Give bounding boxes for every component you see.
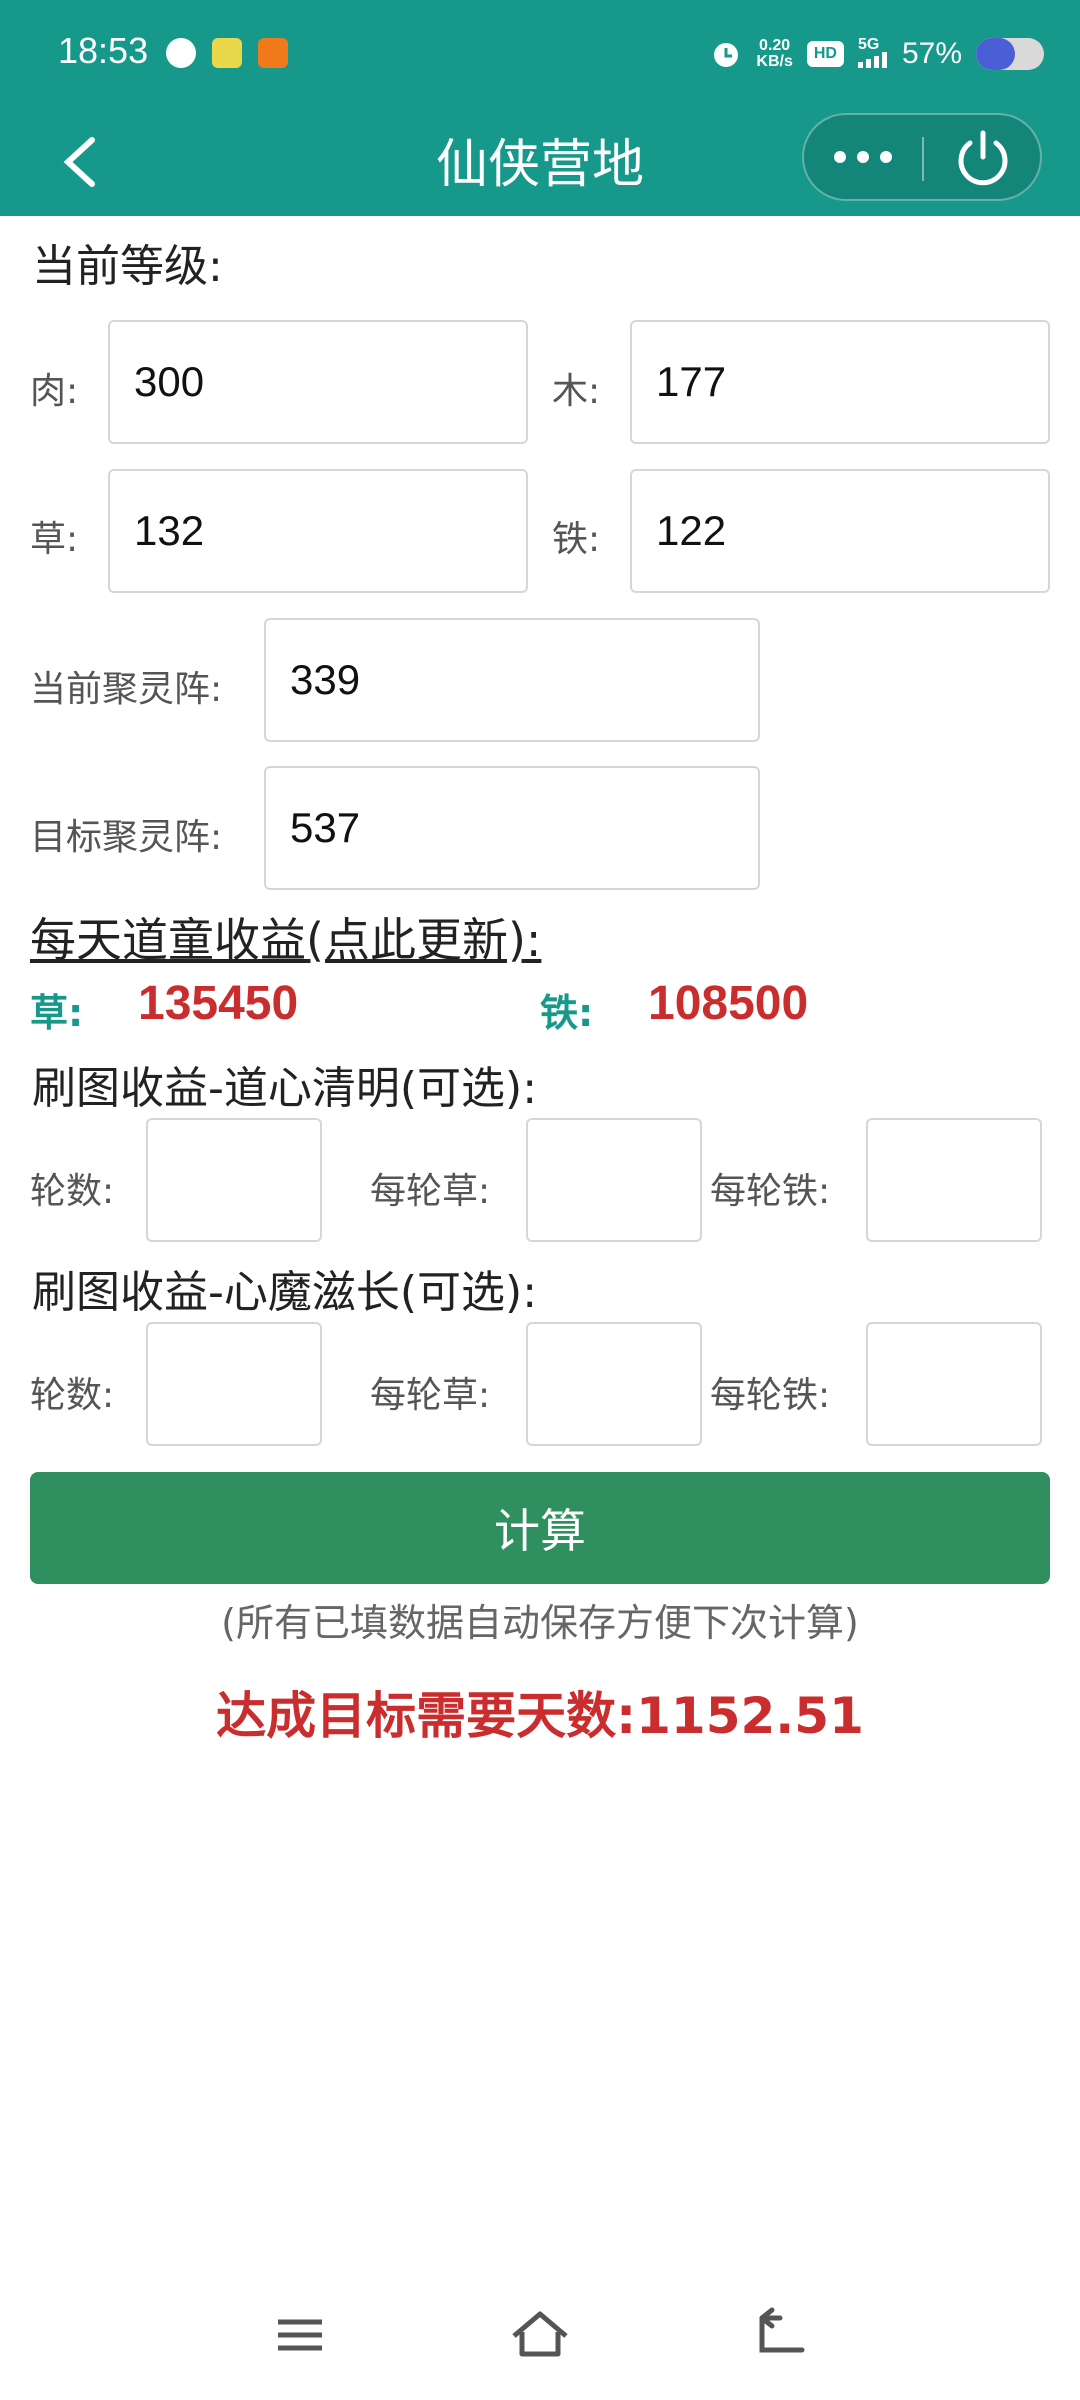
hd-badge: HD [806, 41, 844, 67]
battery-percent: 57% [901, 37, 962, 70]
current-level-title: 当前等级: [32, 241, 223, 292]
result-days: 达成目标需要天数:1152.51 [216, 1687, 864, 1745]
map1-iron-per-round-input[interactable] [866, 1118, 1042, 1242]
map-income-2-title: 刷图收益-心魔滋长(可选): [32, 1267, 538, 1318]
app-notification-icon [212, 38, 242, 68]
grass-label: 草: [30, 519, 79, 560]
app-header: 仙侠营地 [0, 108, 1080, 216]
menu-icon [278, 2319, 322, 2351]
daily-income-update-link[interactable]: 每天道童收益(点此更新): [30, 904, 541, 970]
map1-iron-per-round-label: 每轮铁: [710, 1171, 831, 1212]
iron-label: 铁: [552, 519, 601, 560]
map2-grass-per-round-label: 每轮草: [370, 1375, 491, 1416]
nav-home-button[interactable] [500, 2300, 580, 2370]
map1-rounds-label: 轮数: [30, 1171, 115, 1212]
signal-bars-icon [857, 51, 887, 68]
calculate-button[interactable]: 计算 [30, 1472, 1050, 1584]
target-array-input[interactable]: 537 [264, 766, 760, 890]
more-dots-icon [834, 151, 892, 163]
net-speed-value: 0.20 [759, 37, 791, 54]
status-time: 18:53 [58, 30, 149, 71]
close-button[interactable] [924, 115, 1042, 199]
meat-label: 肉: [30, 371, 79, 412]
wood-label: 木: [552, 371, 601, 412]
nav-menu-button[interactable] [260, 2300, 340, 2370]
top-bar: 18:53 0.20 KB/s HD 5G 57% 仙侠营地 [0, 0, 1080, 216]
map2-iron-per-round-input[interactable] [866, 1322, 1042, 1446]
alarm-icon [714, 43, 739, 67]
map-income-1-title: 刷图收益-道心清明(可选): [32, 1063, 538, 1114]
net-speed-unit: KB/s [756, 53, 793, 70]
battery-icon [976, 38, 1044, 70]
daily-grass-value: 135450 [138, 977, 299, 1030]
signal-label: 5G [857, 35, 880, 53]
map1-grass-per-round-label: 每轮草: [370, 1171, 491, 1212]
status-bar: 18:53 0.20 KB/s HD 5G 57% [0, 0, 1080, 108]
daily-grass-label: 草: [30, 991, 84, 1035]
daily-iron-label: 铁: [540, 991, 594, 1035]
nav-back-button[interactable] [740, 2300, 820, 2370]
signal-indicator: 5G [857, 35, 888, 71]
wood-input[interactable]: 177 [630, 320, 1050, 444]
current-array-label: 当前聚灵阵: [30, 669, 223, 710]
status-right: 0.20 KB/s HD 5G 57% [710, 30, 1044, 78]
power-icon [958, 130, 1008, 186]
app-notification-icon [166, 38, 196, 68]
map1-rounds-input[interactable] [146, 1118, 322, 1242]
system-nav-bar [0, 2290, 1080, 2380]
daily-iron-value: 108500 [648, 977, 809, 1030]
grass-input[interactable]: 132 [108, 469, 528, 593]
map2-grass-per-round-input[interactable] [526, 1322, 702, 1446]
mini-program-capsule [802, 113, 1042, 201]
net-speed: 0.20 KB/s [756, 38, 792, 70]
map2-rounds-label: 轮数: [30, 1375, 115, 1416]
back-arrow-icon [759, 2307, 805, 2353]
home-icon [512, 2311, 568, 2357]
more-button[interactable] [804, 115, 922, 199]
target-array-label: 目标聚灵阵: [30, 817, 223, 858]
app-notification-icon [258, 38, 288, 68]
battery-fill [976, 38, 1015, 70]
autosave-note: (所有已填数据自动保存方便下次计算) [221, 1601, 859, 1645]
map2-iron-per-round-label: 每轮铁: [710, 1375, 831, 1416]
map2-rounds-input[interactable] [146, 1322, 322, 1446]
iron-input[interactable]: 122 [630, 469, 1050, 593]
meat-input[interactable]: 300 [108, 320, 528, 444]
current-array-input[interactable]: 339 [264, 618, 760, 742]
map1-grass-per-round-input[interactable] [526, 1118, 702, 1242]
